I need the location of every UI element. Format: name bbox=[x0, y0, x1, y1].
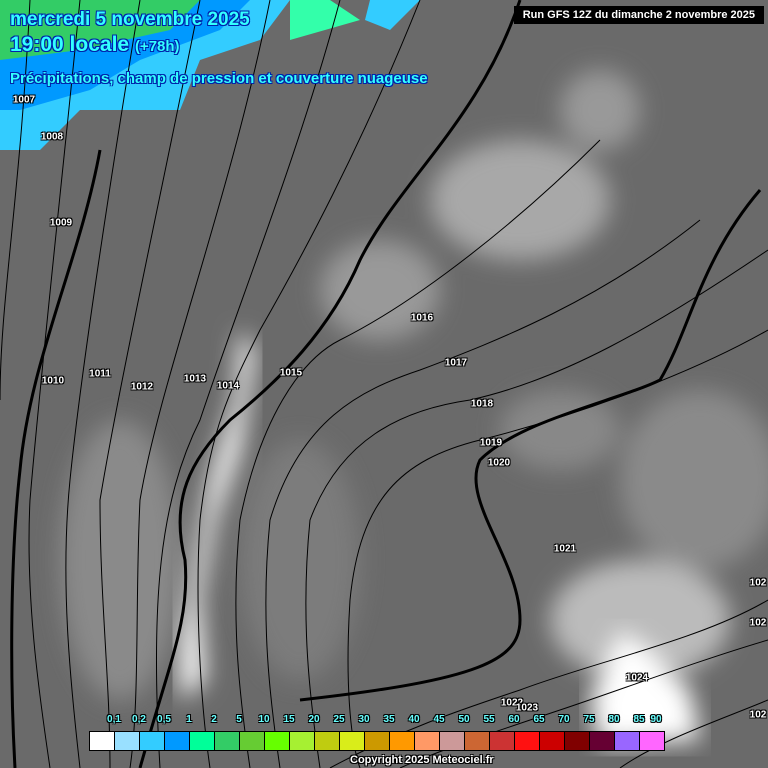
model-run-label: Run GFS 12Z du dimanche 2 novembre 2025 bbox=[513, 6, 764, 24]
legend-swatch bbox=[615, 732, 640, 750]
legend-swatch bbox=[290, 732, 315, 750]
legend-label: 75 bbox=[583, 714, 595, 725]
legend-label: 55 bbox=[483, 714, 495, 725]
legend-swatch bbox=[415, 732, 440, 750]
legend-swatch bbox=[390, 732, 415, 750]
legend-label: 0,5 bbox=[157, 714, 171, 725]
legend-label: 90 bbox=[650, 714, 662, 725]
legend-swatch bbox=[440, 732, 465, 750]
isobar-label: 102 bbox=[749, 709, 767, 721]
legend-swatch bbox=[140, 732, 165, 750]
isobar-label: 1014 bbox=[216, 380, 240, 392]
legend-swatch bbox=[165, 732, 190, 750]
legend-label: 35 bbox=[383, 714, 395, 725]
isobar-label: 1013 bbox=[183, 373, 207, 385]
isobar-label: 1009 bbox=[49, 217, 73, 229]
isobar-label: 1024 bbox=[625, 672, 649, 684]
legend-label: 60 bbox=[508, 714, 520, 725]
isobar-lines bbox=[0, 0, 768, 768]
legend-swatch bbox=[115, 732, 140, 750]
precip-legend bbox=[89, 731, 665, 751]
isobar-label: 1018 bbox=[470, 398, 494, 410]
legend-label: 15 bbox=[283, 714, 295, 725]
legend-label: 40 bbox=[408, 714, 420, 725]
legend-swatch bbox=[215, 732, 240, 750]
local-time: 19:00 locale bbox=[10, 33, 130, 56]
forecast-offset: (+78h) bbox=[134, 38, 180, 55]
isobar-label: 1016 bbox=[410, 312, 434, 324]
legend-label: 50 bbox=[458, 714, 470, 725]
legend-label: 0,2 bbox=[132, 714, 146, 725]
legend-swatch bbox=[640, 732, 664, 750]
legend-label: 5 bbox=[236, 714, 242, 725]
legend-swatch bbox=[565, 732, 590, 750]
legend-label: 70 bbox=[558, 714, 570, 725]
legend-label: 80 bbox=[608, 714, 620, 725]
isobar-label: 1010 bbox=[41, 375, 65, 387]
isobar-label: 1019 bbox=[479, 437, 503, 449]
isobar-label: 1011 bbox=[89, 368, 111, 380]
isobar-label: 1012 bbox=[130, 381, 154, 393]
legend-label: 65 bbox=[533, 714, 545, 725]
forecast-time: 19:00 locale (+78h) bbox=[10, 33, 180, 57]
legend-swatch bbox=[365, 732, 390, 750]
legend-swatch bbox=[90, 732, 115, 750]
isobar-label: 1007 bbox=[12, 94, 36, 106]
isobar-label: 102 bbox=[749, 617, 767, 629]
copyright: Copyright 2025 Meteociel.fr bbox=[350, 754, 494, 766]
legend-swatch bbox=[265, 732, 290, 750]
legend-swatch bbox=[515, 732, 540, 750]
isobar-label: 1015 bbox=[279, 367, 303, 379]
legend-label: 2 bbox=[211, 714, 217, 725]
weather-map: mercredi 5 novembre 2025 19:00 locale (+… bbox=[0, 0, 768, 768]
isobar-label: 102 bbox=[749, 577, 767, 589]
legend-label: 1 bbox=[186, 714, 192, 725]
isobar-label: 1020 bbox=[487, 457, 511, 469]
product-title: Précipitations, champ de pression et cou… bbox=[10, 70, 428, 87]
legend-label: 45 bbox=[433, 714, 445, 725]
forecast-date: mercredi 5 novembre 2025 bbox=[10, 9, 250, 30]
legend-label: 30 bbox=[358, 714, 370, 725]
legend-label: 20 bbox=[308, 714, 320, 725]
legend-label: 0,1 bbox=[107, 714, 121, 725]
isobar-label: 1008 bbox=[40, 131, 64, 143]
legend-swatch bbox=[465, 732, 490, 750]
legend-swatch bbox=[490, 732, 515, 750]
legend-swatch bbox=[590, 732, 615, 750]
legend-label: 25 bbox=[333, 714, 345, 725]
isobar-label: 1017 bbox=[444, 357, 468, 369]
legend-swatch bbox=[190, 732, 215, 750]
legend-label: 10 bbox=[258, 714, 270, 725]
isobar-label: 1021 bbox=[553, 543, 577, 555]
legend-swatch bbox=[540, 732, 565, 750]
legend-label: 85 bbox=[633, 714, 645, 725]
legend-swatch bbox=[315, 732, 340, 750]
isobar-label: 1023 bbox=[515, 702, 539, 714]
legend-swatch bbox=[340, 732, 365, 750]
legend-swatch bbox=[240, 732, 265, 750]
